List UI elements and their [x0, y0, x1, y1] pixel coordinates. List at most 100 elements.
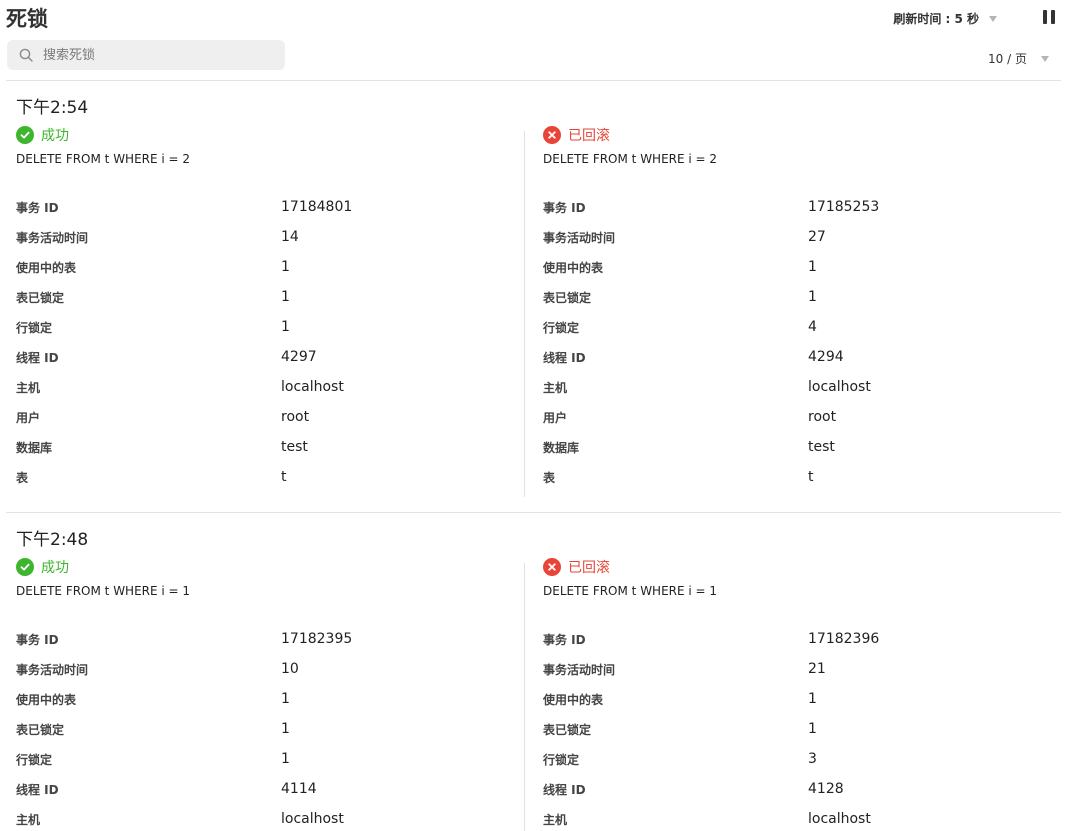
- database-label: 数据库: [16, 440, 53, 455]
- page-size-select[interactable]: 10 / 页: [988, 50, 1049, 67]
- query-text: DELETE FROM t WHERE i = 1: [543, 584, 718, 598]
- query-text: DELETE FROM t WHERE i = 2: [543, 152, 718, 166]
- txn-active-time-value: 10: [281, 661, 299, 677]
- chevron-down-icon: [989, 15, 997, 22]
- database-label: 数据库: [543, 440, 580, 455]
- txn-active-time-row: 事务活动时间 21: [543, 654, 1043, 684]
- row-locks-value: 1: [281, 751, 290, 767]
- thread-id-row: 线程 ID 4294: [543, 342, 1043, 372]
- tables-in-use-label: 使用中的表: [16, 260, 77, 275]
- tables-in-use-value: 1: [808, 259, 817, 275]
- tables-locked-value: 1: [808, 721, 817, 737]
- table-row: 表t: [16, 462, 516, 492]
- thread-id-value: 4294: [808, 349, 844, 365]
- txn-id-row: 事务 ID 17182396: [543, 624, 1043, 654]
- user-row: 用户 root: [16, 402, 516, 432]
- host-label: 主机: [16, 812, 41, 827]
- deadlocks-page: 死锁 刷新时间 : 5 秒 10 / 页 下午2:54 成功 D: [0, 0, 1067, 831]
- check-circle-icon: [16, 558, 34, 576]
- pause-button[interactable]: [1043, 10, 1057, 24]
- txn-active-time-label: 事务活动时间: [16, 662, 89, 677]
- status-rolled-back: 已回滚: [543, 557, 1043, 577]
- header-divider: [6, 80, 1061, 81]
- check-circle-icon: [16, 126, 34, 144]
- thread-id-label: 线程 ID: [16, 350, 59, 365]
- section-divider: [6, 512, 1061, 513]
- tables-locked-row: 表已锁定 1: [543, 714, 1043, 744]
- thread-id-row: 线程 ID 4297: [16, 342, 516, 372]
- user-value: root: [281, 409, 310, 425]
- txn-id-label: 事务 ID: [543, 632, 586, 647]
- user-label: 用户: [543, 410, 568, 425]
- host-label: 主机: [543, 380, 568, 395]
- search-input[interactable]: [41, 46, 265, 64]
- transaction-panel-rolled-back: 已回滚 DELETE FROM t WHERE i = 2 事务 ID 17185…: [543, 125, 1043, 492]
- status-success: 成功: [16, 125, 516, 145]
- user-label: 用户: [16, 410, 41, 425]
- host-row: 主机 localhost: [16, 804, 516, 831]
- tables-locked-label: 表已锁定: [16, 722, 65, 737]
- row-locks-value: 3: [808, 751, 817, 767]
- tables-in-use-label: 使用中的表: [543, 260, 604, 275]
- thread-id-label: 线程 ID: [543, 350, 586, 365]
- tables-in-use-label: 使用中的表: [16, 692, 77, 707]
- txn-id-row: 事务 ID 17185253: [543, 192, 1043, 222]
- host-label: 主机: [16, 380, 41, 395]
- tables-locked-label: 表已锁定: [543, 290, 592, 305]
- thread-id-label: 线程 ID: [543, 782, 586, 797]
- refresh-interval-label: 刷新时间 : 5 秒: [893, 12, 979, 26]
- txn-active-time-label: 事务活动时间: [543, 662, 616, 677]
- thread-id-row: 线程 ID 4128: [543, 774, 1043, 804]
- txn-id-label: 事务 ID: [543, 200, 586, 215]
- transaction-panel-success: 成功 DELETE FROM t WHERE i = 1 事务 ID 171823…: [16, 557, 516, 831]
- tables-in-use-value: 1: [808, 691, 817, 707]
- row-locks-row: 行锁定 1: [16, 312, 516, 342]
- tables-locked-row: 表已锁定 1: [16, 282, 516, 312]
- row-locks-label: 行锁定: [543, 752, 580, 767]
- txn-id-value: 17185253: [808, 199, 880, 215]
- status-label: 已回滚: [568, 560, 610, 576]
- status-label: 已回滚: [568, 128, 610, 144]
- deadlock-entry: 下午2:54 成功 DELETE FROM t WHERE i = 2 事务 I…: [0, 93, 1067, 503]
- page-size-label: 10 / 页: [988, 52, 1027, 66]
- host-value: localhost: [808, 379, 871, 395]
- status-success: 成功: [16, 557, 516, 577]
- tables-in-use-row: 使用中的表 1: [543, 252, 1043, 282]
- host-row: 主机 localhost: [543, 372, 1043, 402]
- host-value: localhost: [808, 811, 871, 827]
- status-rolled-back: 已回滚: [543, 125, 1043, 145]
- query-text: DELETE FROM t WHERE i = 1: [16, 584, 191, 598]
- user-value: root: [808, 409, 837, 425]
- tables-in-use-row: 使用中的表 1: [543, 684, 1043, 714]
- txn-active-time-row: 事务活动时间 14: [16, 222, 516, 252]
- thread-id-row: 线程 ID 4114: [16, 774, 516, 804]
- row-locks-label: 行锁定: [16, 320, 53, 335]
- page-title: 死锁: [6, 7, 48, 31]
- row-locks-row: 行锁定 4: [543, 312, 1043, 342]
- tables-in-use-value: 1: [281, 259, 290, 275]
- host-value: localhost: [281, 379, 344, 395]
- txn-active-time-label: 事务活动时间: [16, 230, 89, 245]
- tables-locked-label: 表已锁定: [543, 722, 592, 737]
- thread-id-label: 线程 ID: [16, 782, 59, 797]
- database-value: test: [281, 439, 308, 455]
- txn-active-time-label: 事务活动时间: [543, 230, 616, 245]
- host-row: 主机 localhost: [16, 372, 516, 402]
- user-row: 用户 root: [543, 402, 1043, 432]
- row-locks-label: 行锁定: [16, 752, 53, 767]
- tables-in-use-value: 1: [281, 691, 290, 707]
- row-locks-value: 1: [281, 319, 290, 335]
- transaction-panel-rolled-back: 已回滚 DELETE FROM t WHERE i = 1 事务 ID 17182…: [543, 557, 1043, 831]
- txn-id-row: 事务 ID 17184801: [16, 192, 516, 222]
- txn-active-time-row: 事务活动时间 27: [543, 222, 1043, 252]
- tables-in-use-row: 使用中的表 1: [16, 684, 516, 714]
- query-text: DELETE FROM t WHERE i = 2: [16, 152, 191, 166]
- txn-id-value: 17182395: [281, 631, 353, 647]
- row-locks-label: 行锁定: [543, 320, 580, 335]
- refresh-interval-dropdown[interactable]: 刷新时间 : 5 秒: [893, 10, 997, 27]
- row-locks-row: 行锁定 3: [543, 744, 1043, 774]
- tables-locked-label: 表已锁定: [16, 290, 65, 305]
- txn-active-time-value: 14: [281, 229, 299, 245]
- search-box[interactable]: [7, 40, 285, 70]
- search-icon: [19, 48, 33, 62]
